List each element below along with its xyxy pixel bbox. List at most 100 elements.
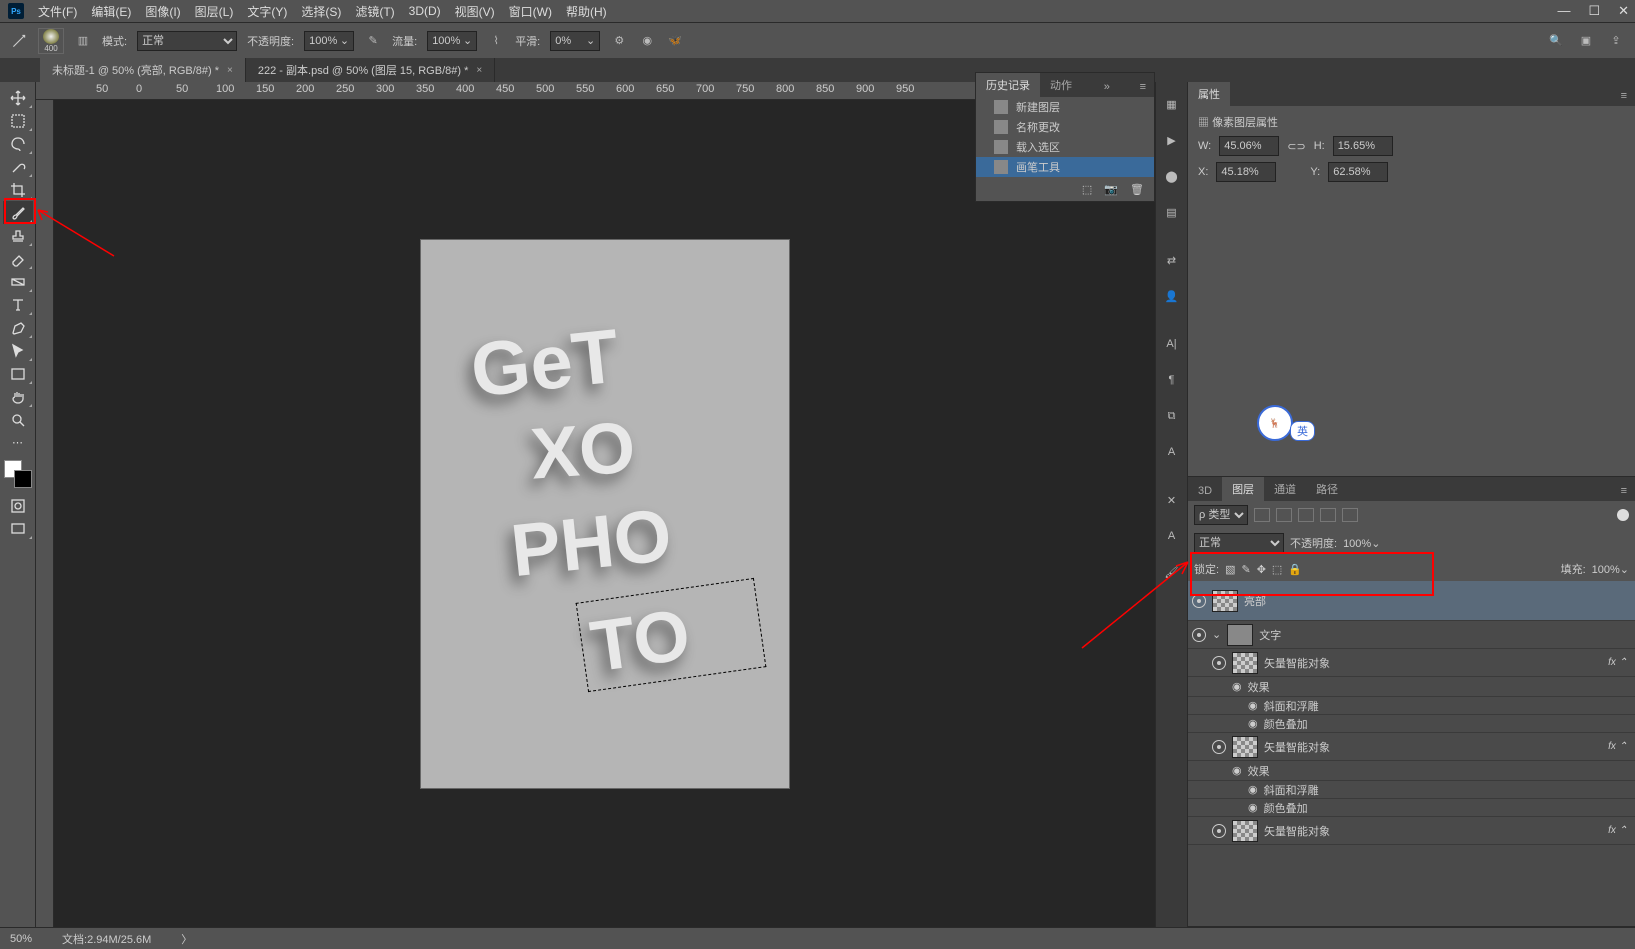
panel-menu-icon[interactable]: ≡ — [1613, 86, 1635, 106]
doc-size[interactable]: 文档:2.94M/25.6M — [62, 931, 151, 947]
doc-tab-1[interactable]: 未标题-1 @ 50% (亮部, RGB/8#) * × — [40, 58, 246, 82]
fx-badge[interactable]: fx ⌃ — [1608, 657, 1627, 668]
brush-panel-icon[interactable]: ▥ — [74, 32, 92, 50]
filter-toggle[interactable] — [1617, 509, 1629, 521]
layer-row[interactable]: 矢量智能对象fx ⌃ — [1188, 817, 1635, 845]
history-item[interactable]: 新建图层 — [976, 97, 1154, 117]
gear-icon[interactable]: ⚙ — [610, 32, 628, 50]
layer-effect-row[interactable]: ◉斜面和浮雕 — [1188, 697, 1635, 715]
visibility-icon[interactable]: ◉ — [1248, 783, 1258, 796]
dock-brush2-icon[interactable]: ✕ — [1162, 490, 1182, 510]
panel-menu-icon[interactable]: ≡ — [1613, 481, 1635, 501]
lasso-tool[interactable] — [3, 132, 33, 155]
layer-filter-select[interactable]: ρ 类型 — [1194, 505, 1248, 525]
zoom-tool[interactable] — [3, 408, 33, 431]
close-icon[interactable]: × — [227, 65, 233, 76]
quickmask-tool[interactable] — [3, 494, 33, 517]
x-input[interactable] — [1216, 162, 1276, 182]
doc-tab-2[interactable]: 222 - 副本.psd @ 50% (图层 15, RGB/8#) * × — [246, 58, 495, 82]
screenmode-tool[interactable] — [3, 517, 33, 540]
lock-paint-icon[interactable]: ✎ — [1241, 563, 1250, 576]
brush-preview[interactable]: 400 — [38, 28, 64, 54]
airbrush-icon[interactable]: ⌇ — [487, 32, 505, 50]
pressure-size-icon[interactable]: ◉ — [638, 32, 656, 50]
snapshot-icon[interactable]: 📷 — [1104, 183, 1118, 196]
menu-image[interactable]: 图像(I) — [145, 3, 180, 20]
tab-paths[interactable]: 路径 — [1306, 477, 1348, 501]
layer-row[interactable]: ⌄文字 — [1188, 621, 1635, 649]
layer-effect-row[interactable]: ◉颜色叠加 — [1188, 799, 1635, 817]
tab-actions[interactable]: 动作 — [1040, 73, 1082, 97]
visibility-icon[interactable]: ◉ — [1248, 801, 1258, 814]
brush-tool[interactable] — [3, 201, 33, 224]
visibility-icon[interactable] — [1212, 740, 1226, 754]
delete-icon[interactable]: 🗑 — [1130, 183, 1144, 196]
dock-play-icon[interactable]: ▶ — [1162, 130, 1182, 150]
filter-smart-icon[interactable] — [1342, 508, 1358, 522]
history-item[interactable]: 名称更改 — [976, 117, 1154, 137]
gradient-tool[interactable] — [3, 270, 33, 293]
zoom-level[interactable]: 50% — [10, 933, 32, 945]
dock-swatches-icon[interactable]: ⬤ — [1162, 166, 1182, 186]
filter-shape-icon[interactable] — [1320, 508, 1336, 522]
visibility-icon[interactable]: ◉ — [1232, 680, 1242, 693]
layer-effect-row[interactable]: ◉斜面和浮雕 — [1188, 781, 1635, 799]
dock-librar-icon[interactable]: 👤 — [1162, 286, 1182, 306]
h-input[interactable] — [1333, 136, 1393, 156]
menu-select[interactable]: 选择(S) — [301, 3, 341, 20]
smooth-input[interactable]: 0%⌄ — [550, 31, 600, 51]
menu-help[interactable]: 帮助(H) — [566, 3, 607, 20]
w-input[interactable] — [1219, 136, 1279, 156]
menu-filter[interactable]: 滤镜(T) — [355, 3, 394, 20]
menu-file[interactable]: 文件(F) — [38, 3, 77, 20]
tab-channels[interactable]: 通道 — [1264, 477, 1306, 501]
quick-select-tool[interactable] — [3, 155, 33, 178]
lock-nest-icon[interactable]: ⬚ — [1272, 563, 1282, 576]
search-icon[interactable]: 🔍 — [1547, 32, 1565, 50]
fx-badge[interactable]: fx ⌃ — [1608, 825, 1627, 836]
tab-properties[interactable]: 属性 — [1188, 82, 1230, 106]
edit-toolbar[interactable]: ⋯ — [3, 431, 33, 454]
visibility-icon[interactable] — [1212, 656, 1226, 670]
layer-effect-row[interactable]: ◉效果 — [1188, 761, 1635, 781]
dock-para-icon[interactable]: ¶ — [1162, 370, 1182, 390]
pen-tool[interactable] — [3, 316, 33, 339]
canvas[interactable]: GeT XO PHO TO 飞特网FEVTE.COM — [54, 100, 1155, 927]
y-input[interactable] — [1328, 162, 1388, 182]
filter-type-icon[interactable] — [1298, 508, 1314, 522]
history-item[interactable]: 画笔工具 — [976, 157, 1154, 177]
dock-adjust-icon[interactable]: ⇄ — [1162, 250, 1182, 270]
layer-row[interactable]: 矢量智能对象fx ⌃ — [1188, 649, 1635, 677]
expand-icon[interactable]: ⌄ — [1212, 628, 1221, 641]
menu-3d[interactable]: 3D(D) — [409, 4, 441, 18]
dock-style-icon[interactable]: A — [1162, 442, 1182, 462]
visibility-icon[interactable] — [1212, 824, 1226, 838]
dock-color-icon[interactable]: ▦ — [1162, 94, 1182, 114]
tab-history[interactable]: 历史记录 — [976, 73, 1040, 97]
marquee-tool[interactable] — [3, 109, 33, 132]
opacity-input[interactable]: 100%⌄ — [304, 31, 354, 51]
eraser-tool[interactable] — [3, 247, 33, 270]
history-item[interactable]: 载入选区 — [976, 137, 1154, 157]
visibility-icon[interactable]: ◉ — [1248, 717, 1258, 730]
maximize-button[interactable]: ☐ — [1588, 3, 1600, 19]
rectangle-tool[interactable] — [3, 362, 33, 385]
tool-preset-icon[interactable] — [10, 32, 28, 50]
layer-row[interactable]: 矢量智能对象fx ⌃ — [1188, 733, 1635, 761]
dock-brushset-icon[interactable]: A — [1162, 526, 1182, 546]
layer-opacity-input[interactable]: 100%⌄ — [1343, 537, 1380, 550]
layer-effect-row[interactable]: ◉效果 — [1188, 677, 1635, 697]
blend-mode-select[interactable]: 正常 — [1194, 533, 1284, 553]
blend-mode-select[interactable]: 正常 — [137, 31, 237, 51]
visibility-icon[interactable] — [1192, 594, 1206, 608]
menu-view[interactable]: 视图(V) — [455, 3, 495, 20]
color-swatches[interactable] — [4, 460, 32, 488]
lock-all-icon[interactable]: 🔒 — [1288, 563, 1302, 576]
visibility-icon[interactable] — [1192, 628, 1206, 642]
close-button[interactable]: ✕ — [1618, 3, 1629, 19]
move-tool[interactable] — [3, 86, 33, 109]
workspace-icon[interactable]: ▣ — [1577, 32, 1595, 50]
stamp-tool[interactable] — [3, 224, 33, 247]
pressure-opacity-icon[interactable]: ✎ — [364, 32, 382, 50]
layer-effect-row[interactable]: ◉颜色叠加 — [1188, 715, 1635, 733]
